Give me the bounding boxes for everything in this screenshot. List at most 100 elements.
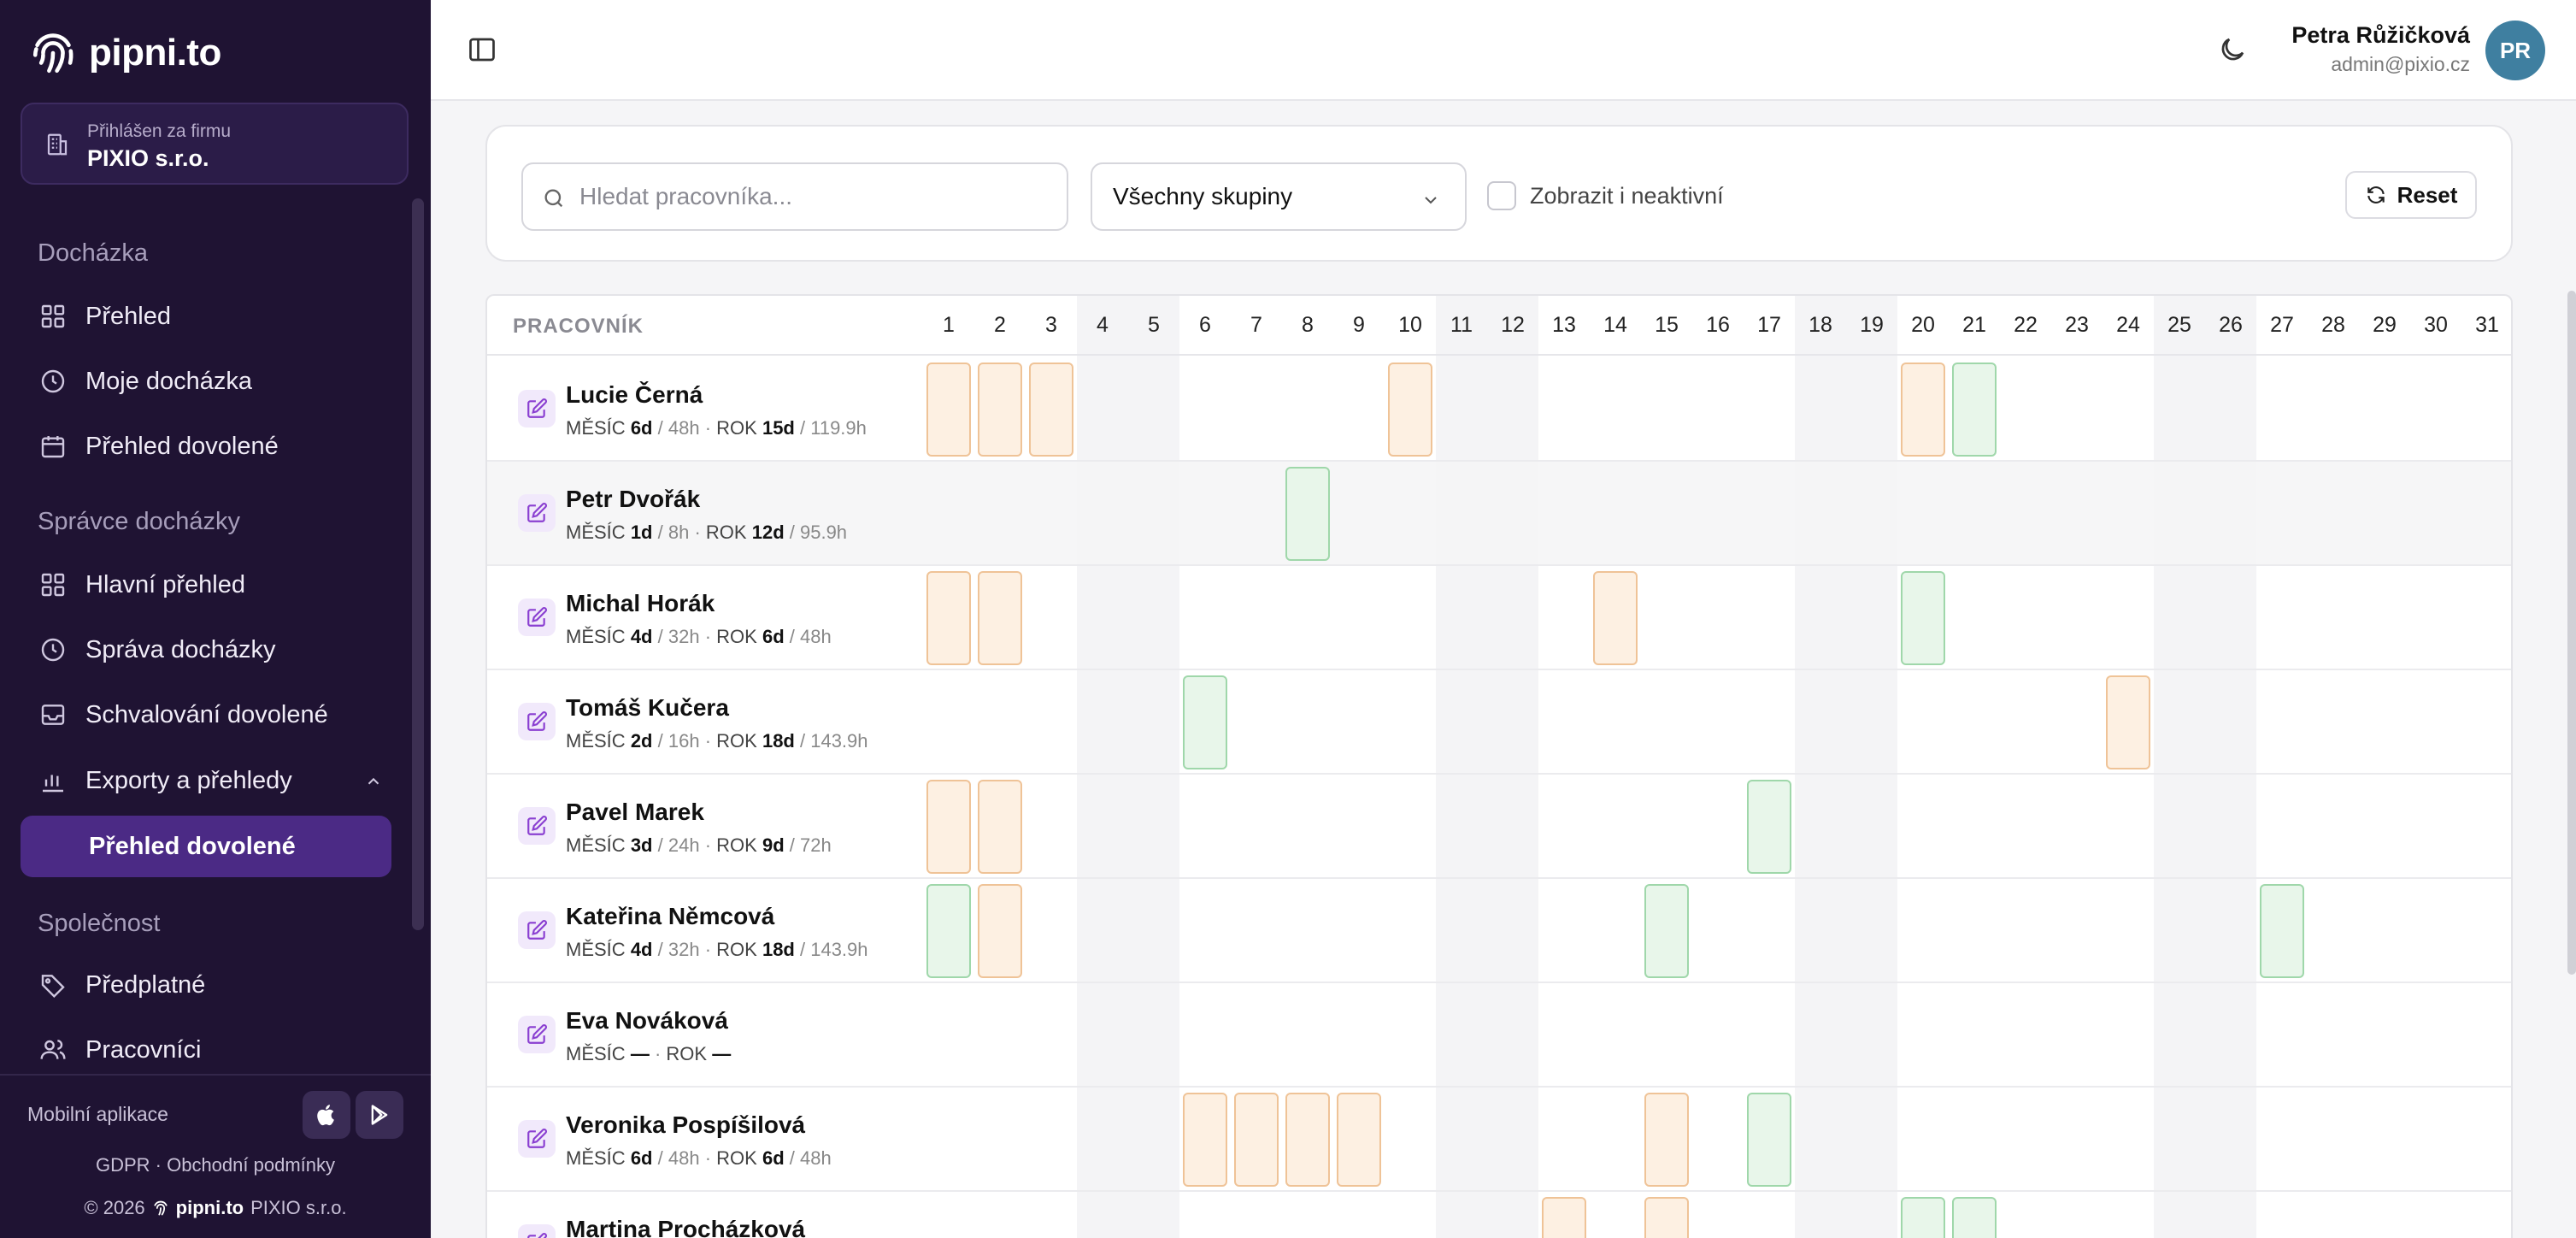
day-header: 20 — [1911, 313, 1935, 337]
table-row[interactable]: Veronika Pospíšilová MĚSÍC 6d / 48h · ROK… — [487, 1088, 2511, 1192]
vacation-day-mark[interactable] — [978, 571, 1022, 665]
vacation-day-mark[interactable] — [1644, 1093, 1689, 1187]
vacation-day-mark[interactable] — [1644, 1197, 1689, 1238]
employee-name[interactable]: Veronika Pospíšilová — [566, 1111, 805, 1139]
sick-day-mark[interactable] — [1644, 884, 1689, 978]
edit-employee-button[interactable] — [518, 911, 556, 949]
moon-icon[interactable] — [2217, 34, 2248, 65]
nav-item-label: Přehled — [85, 302, 171, 330]
nav-item-moje-dochazka[interactable]: Moje docházka — [21, 351, 409, 412]
vacation-day-mark[interactable] — [926, 363, 971, 457]
employee-name[interactable]: Petr Dvořák — [566, 486, 700, 513]
search-input[interactable] — [579, 180, 1050, 214]
google-play-button[interactable] — [356, 1091, 403, 1139]
day-header: 29 — [2373, 313, 2397, 337]
chevron-down-icon — [1425, 197, 1437, 204]
nav-item-exporty[interactable]: Exporty a přehledy — [21, 750, 409, 811]
employee-name[interactable]: Pavel Marek — [566, 799, 704, 826]
employee-name[interactable]: Martina Procházková — [566, 1216, 805, 1238]
vacation-day-mark[interactable] — [1337, 1093, 1381, 1187]
nav-item-schvalovani[interactable]: Schvalování dovolené — [21, 684, 409, 746]
table-row[interactable]: Tomáš Kučera MĚSÍC 2d / 16h · ROK 18d / 1… — [487, 670, 2511, 775]
nav-item-predplatne[interactable]: Předplatné — [21, 954, 409, 1016]
edit-employee-button[interactable] — [518, 390, 556, 427]
vacation-day-mark[interactable] — [978, 363, 1022, 457]
nav-item-pracovnici[interactable]: Pracovníci — [21, 1019, 409, 1081]
table-row[interactable]: Kateřina Němcová MĚSÍC 4d / 32h · ROK 18d… — [487, 879, 2511, 983]
edit-employee-button[interactable] — [518, 807, 556, 845]
table-row[interactable]: Michal Horák MĚSÍC 4d / 32h · ROK 6d / 48… — [487, 566, 2511, 670]
show-inactive-checkbox[interactable] — [1487, 181, 1516, 210]
edit-employee-button[interactable] — [518, 1224, 556, 1238]
day-header: 2 — [994, 313, 1006, 337]
vacation-day-mark[interactable] — [978, 780, 1022, 874]
year-label: ROK — [716, 626, 757, 647]
edit-icon — [527, 1024, 547, 1044]
footer-links[interactable]: GDPR · Obchodní podmínky — [0, 1154, 431, 1176]
edit-employee-button[interactable] — [518, 598, 556, 636]
edit-employee-button[interactable] — [518, 703, 556, 740]
table-row[interactable]: Eva Nováková MĚSÍC — · ROK — — [487, 983, 2511, 1088]
month-days: 6d — [630, 1147, 653, 1169]
employee-name[interactable]: Michal Horák — [566, 590, 715, 617]
sick-day-mark[interactable] — [2260, 884, 2304, 978]
sidebar-scrollbar[interactable] — [412, 198, 424, 930]
page-scrollbar[interactable] — [2567, 291, 2576, 975]
employee-name[interactable]: Eva Nováková — [566, 1007, 728, 1035]
day-header: 27 — [2270, 313, 2294, 337]
employee-stats: MĚSÍC — · ROK — — [566, 1043, 732, 1064]
table-row[interactable]: Martina Procházková — [487, 1192, 2511, 1238]
chevron-up-icon[interactable] — [364, 772, 383, 791]
vacation-day-mark[interactable] — [1388, 363, 1432, 457]
sick-day-mark[interactable] — [1901, 1197, 1945, 1238]
vacation-day-mark[interactable] — [1542, 1197, 1586, 1238]
edit-employee-button[interactable] — [518, 1120, 556, 1158]
vacation-day-mark[interactable] — [1234, 1093, 1279, 1187]
vacation-day-mark[interactable] — [1593, 571, 1638, 665]
vacation-day-mark[interactable] — [978, 884, 1022, 978]
nav-item-prehled-dovolene[interactable]: Přehled dovolené — [21, 416, 409, 477]
app-store-button[interactable] — [303, 1091, 350, 1139]
vacation-day-mark[interactable] — [1285, 1093, 1330, 1187]
sick-day-mark[interactable] — [1285, 467, 1330, 561]
table-row[interactable]: Petr Dvořák MĚSÍC 1d / 8h · ROK 12d / 95.… — [487, 462, 2511, 566]
sick-day-mark[interactable] — [1183, 675, 1227, 769]
nav-item-sprava-dochazky[interactable]: Správa docházky — [21, 619, 409, 681]
nav-item-prehled-dovolene-active[interactable]: Přehled dovolené — [21, 816, 391, 877]
show-inactive-toggle[interactable]: Zobrazit i neaktivní — [1487, 181, 1724, 210]
avatar[interactable]: PR — [2485, 21, 2545, 80]
employee-name[interactable]: Lucie Černá — [566, 381, 703, 409]
edit-employee-button[interactable] — [518, 1016, 556, 1053]
vacation-day-mark[interactable] — [926, 780, 971, 874]
company-switcher[interactable]: Přihlášen za firmu PIXIO s.r.o. — [21, 103, 409, 185]
sick-day-mark[interactable] — [926, 884, 971, 978]
vacation-day-mark[interactable] — [1901, 363, 1945, 457]
sick-day-mark[interactable] — [1901, 571, 1945, 665]
edit-employee-button[interactable] — [518, 494, 556, 532]
nav-item-hlavni-prehled[interactable]: Hlavní přehled — [21, 554, 409, 616]
vacation-day-mark[interactable] — [2106, 675, 2150, 769]
reset-button[interactable]: Reset — [2345, 171, 2477, 219]
employee-stats: MĚSÍC 2d / 16h · ROK 18d / 143.9h — [566, 730, 868, 752]
sick-day-mark[interactable] — [1952, 1197, 1997, 1238]
sick-day-mark[interactable] — [1952, 363, 1997, 457]
group-select[interactable]: Všechny skupiny — [1091, 162, 1467, 231]
sick-day-mark[interactable] — [1747, 1093, 1791, 1187]
logo[interactable]: pipni.to — [29, 26, 221, 80]
vacation-day-mark[interactable] — [1183, 1093, 1227, 1187]
user-name[interactable]: Petra Růžičková — [2291, 22, 2470, 49]
vacation-day-mark[interactable] — [1029, 363, 1073, 457]
nav-item-prehled[interactable]: Přehled — [21, 286, 409, 347]
edit-icon — [527, 503, 547, 522]
search-field[interactable] — [521, 162, 1068, 231]
sidebar-toggle-icon[interactable] — [467, 34, 497, 65]
table-row[interactable]: Lucie Černá MĚSÍC 6d / 48h · ROK 15d / 11… — [487, 357, 2511, 462]
group-select-value: Všechny skupiny — [1113, 183, 1293, 209]
table-row[interactable]: Pavel Marek MĚSÍC 3d / 24h · ROK 9d / 72h — [487, 775, 2511, 879]
sick-day-mark[interactable] — [1747, 780, 1791, 874]
employee-name[interactable]: Tomáš Kučera — [566, 694, 729, 722]
employee-name[interactable]: Kateřina Němcová — [566, 903, 774, 930]
month-label: MĚSÍC — [566, 834, 626, 856]
month-hours: / 16h — [657, 730, 700, 752]
vacation-day-mark[interactable] — [926, 571, 971, 665]
